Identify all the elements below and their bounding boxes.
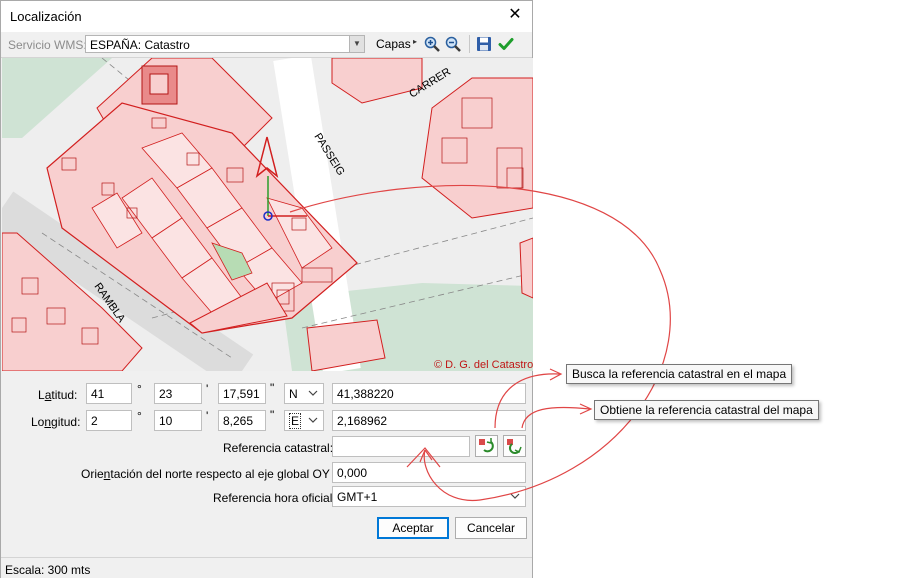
close-icon[interactable]: ✕ [506,6,524,24]
hora-oficial-label: Referencia hora oficial: [213,491,336,505]
degree-symbol: ° [137,409,142,423]
hora-oficial-select[interactable]: GMT+1 [332,486,526,507]
cadastral-map[interactable]: CARRER PASSEIG RAMBLA © D. G. del Catast… [2,58,533,371]
chevron-down-icon [308,390,318,396]
longitud-label: Longitud: [31,415,81,429]
status-bar: Escala: 300 mts [1,557,532,578]
longitud-minutes-input[interactable]: 10 [154,410,202,431]
orientacion-label: Orientación del norte respecto al eje gl… [81,467,349,481]
longitud-hemisphere-value: E [289,413,302,429]
latitud-minutes-input[interactable]: 23 [154,383,202,404]
longitud-degrees-input[interactable]: 2 [86,410,132,431]
hora-oficial-value: GMT+1 [337,490,378,504]
latitud-hemisphere-select[interactable]: N [284,383,324,404]
title-bar: Localización ✕ [1,1,532,32]
latitud-hemisphere-value: N [289,387,298,401]
longitud-seconds-input[interactable]: 8,265 [218,410,266,431]
window-title: Localización [10,9,82,24]
scale-status: Escala: 300 mts [5,563,91,577]
arrow-head-icon [579,403,593,415]
zoom-in-icon[interactable] [424,36,440,52]
ref-catastral-label: Referencia catastral: [223,441,334,455]
search-map-icon [479,438,494,453]
longitud-hemisphere-select[interactable]: E [284,410,324,431]
arrow-head-icon [549,368,563,381]
tooltip-busca-referencia: Busca la referencia catastral en el mapa [566,364,793,384]
latitud-decimal-input[interactable]: 41,388220 [332,383,526,404]
busca-ref-button[interactable] [475,435,498,457]
wms-service-value: ESPAÑA: Catastro [90,38,190,52]
ref-catastral-input[interactable] [332,436,470,457]
map-view[interactable]: CARRER PASSEIG RAMBLA © D. G. del Catast… [2,58,533,371]
localizacion-dialog: Localización ✕ Servicio WMS: ESPAÑA: Cat… [0,0,533,578]
wms-service-select[interactable]: ESPAÑA: Catastro ▼ [85,35,365,53]
second-symbol: " [270,381,275,395]
latitud-label: Latitud: [38,388,78,402]
capas-menu[interactable]: Capas [376,37,411,51]
map-copyright: © D. G. del Catastro [434,359,533,371]
get-reference-icon [507,439,522,454]
longitud-decimal-input[interactable]: 2,168962 [332,410,526,431]
second-symbol: " [270,408,275,422]
minute-symbol: ' [206,382,209,396]
obtiene-ref-button[interactable] [503,435,526,457]
submenu-arrow-icon: ▸ [413,37,418,46]
degree-symbol: ° [137,382,142,396]
toolbar-separator [469,35,470,53]
tooltip-obtiene-referencia: Obtiene la referencia catastral del mapa [594,400,819,420]
aceptar-button[interactable]: Aceptar [377,517,449,539]
dropdown-arrow-icon[interactable]: ▼ [349,36,364,52]
orientacion-input[interactable]: 0,000 [332,462,526,483]
minute-symbol: ' [206,409,209,423]
zoom-out-icon[interactable] [445,36,461,52]
latitud-seconds-input[interactable]: 17,591 [218,383,266,404]
cancelar-button[interactable]: Cancelar [455,517,527,539]
toolbar: Servicio WMS: ESPAÑA: Catastro ▼ Capas ▸ [1,32,532,58]
wms-label: Servicio WMS: [8,38,87,52]
save-icon[interactable] [476,36,492,52]
checkmark-icon[interactable] [498,36,514,52]
chevron-down-icon [510,493,520,499]
chevron-down-icon [308,417,318,423]
latitud-degrees-input[interactable]: 41 [86,383,132,404]
